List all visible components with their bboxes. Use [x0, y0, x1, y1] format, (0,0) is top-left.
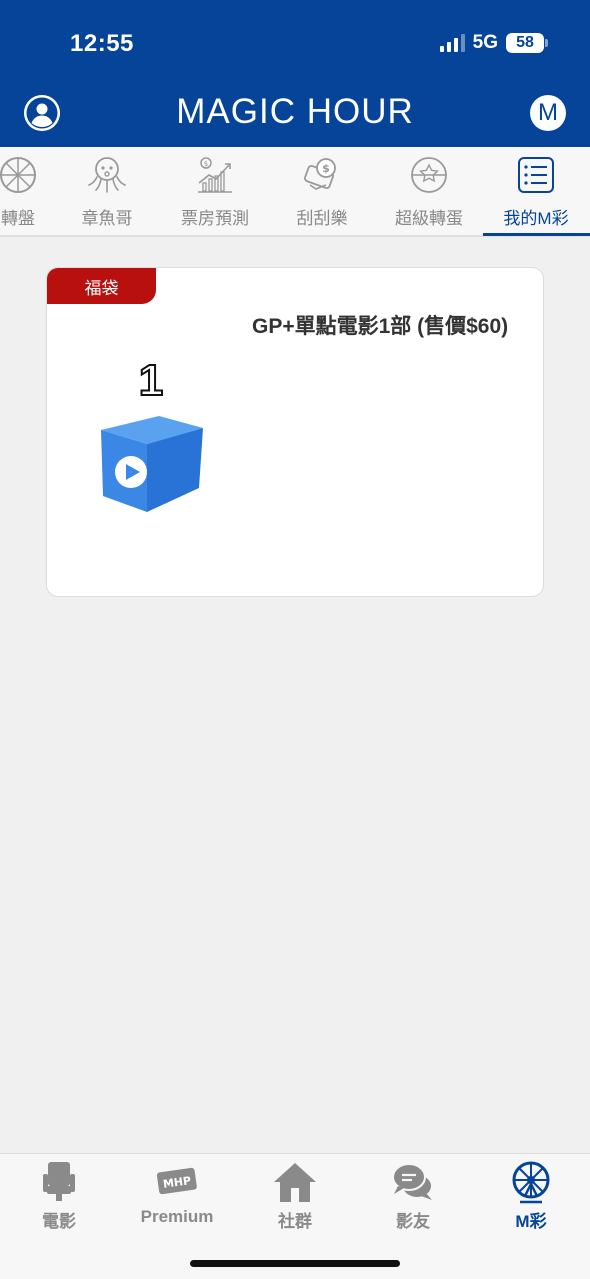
nav-friends[interactable]: 影友 [354, 1154, 472, 1234]
signal-icon [439, 34, 465, 52]
tab-label: 章魚哥 [81, 209, 133, 228]
app-header: 12:55 5G 58 MAGIC HOUR M [0, 0, 590, 147]
tab-label: 我的M彩 [503, 209, 569, 228]
tab-capsule[interactable]: 超級轉蛋 [375, 147, 483, 235]
tab-label: 轉盤 [1, 209, 35, 228]
nav-label: 電影 [42, 1212, 76, 1231]
capsule-icon [411, 157, 447, 193]
status-time: 12:55 [70, 30, 134, 57]
blue-box-play-icon [101, 416, 203, 512]
svg-text:$: $ [322, 162, 330, 175]
nav-label: M彩 [515, 1212, 547, 1231]
svg-text:$: $ [204, 160, 208, 168]
network-label: 5G [472, 32, 498, 53]
chart-icon: $ [198, 157, 232, 193]
tab-octopus[interactable]: 章魚哥 [53, 147, 161, 235]
tab-my-m[interactable]: 我的M彩 [482, 147, 590, 235]
scratch-card-icon: $ [303, 158, 336, 190]
nav-label: Premium [140, 1207, 214, 1226]
tab-scratch[interactable]: $ 刮刮樂 [268, 147, 376, 235]
seat-icon [43, 1162, 75, 1201]
nav-movies[interactable]: 電影 [0, 1154, 118, 1234]
battery-level: 58 [516, 34, 534, 51]
wheel-icon [0, 157, 36, 193]
mhp-ticket-icon: MHP [156, 1167, 197, 1195]
category-badge: 福袋 [47, 268, 156, 304]
status-indicators: 5G 58 [439, 32, 548, 54]
app-title: MAGIC HOUR [176, 92, 414, 131]
list-icon [518, 157, 554, 193]
ferris-wheel-icon [512, 1161, 550, 1204]
category-tabs: 轉盤 章魚哥 $ 票房預測 $ 刮刮樂 超級轉蛋 我的M彩 [0, 147, 590, 237]
nav-m-lottery[interactable]: M彩 [472, 1154, 590, 1234]
octopus-icon [88, 157, 126, 193]
nav-community[interactable]: 社群 [236, 1154, 354, 1234]
m-button[interactable]: M [530, 95, 566, 131]
active-tab-indicator [483, 233, 590, 236]
chat-icon [392, 1163, 432, 1200]
home-icon [274, 1163, 316, 1202]
tab-label: 超級轉蛋 [395, 209, 463, 228]
nav-label: 影友 [396, 1212, 430, 1231]
nav-label: 社群 [278, 1212, 312, 1231]
battery-icon: 58 [506, 33, 548, 53]
tab-box-office[interactable]: $ 票房預測 [161, 147, 269, 235]
nav-premium[interactable]: MHP Premium [118, 1154, 236, 1234]
home-indicator[interactable] [190, 1260, 400, 1267]
tab-label: 票房預測 [181, 209, 249, 228]
tab-label: 刮刮樂 [296, 209, 348, 228]
prize-card[interactable]: 福袋 1 GP+單點電影1部 (售價$60) [46, 267, 544, 597]
quantity-label: 1 [138, 355, 164, 406]
product-title: GP+單點電影1部 (售價$60) [252, 315, 509, 338]
